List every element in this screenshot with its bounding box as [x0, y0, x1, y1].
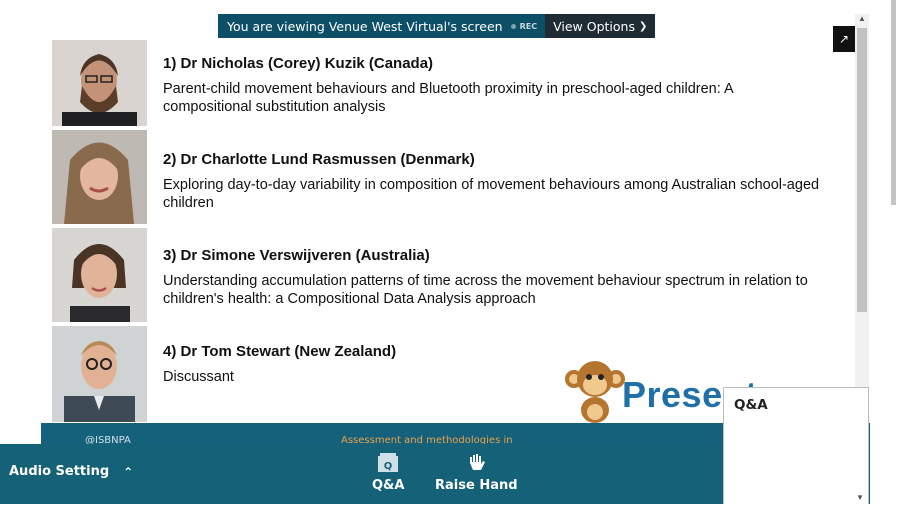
rec-dot-icon — [510, 23, 516, 29]
svg-text:Q: Q — [384, 461, 393, 472]
raise-hand-label: Raise Hand — [435, 478, 518, 493]
scroll-down-icon[interactable]: ▼ — [856, 493, 864, 502]
qa-icon: Q — [377, 452, 399, 474]
speaker-name: 1) Dr Nicholas (Corey) Kuzik (Canada) — [163, 55, 434, 72]
qa-panel[interactable]: Q&A ▼ — [723, 387, 869, 505]
qa-label: Q&A — [372, 478, 405, 493]
chevron-down-icon: ❯ — [638, 20, 648, 32]
talk-title: Exploring day-to-day variability in comp… — [163, 177, 820, 211]
audio-setting-button[interactable]: Audio Setting ⌃ — [9, 464, 133, 479]
speaker-photo — [52, 130, 147, 224]
viewing-message: You are viewing Venue West Virtual's scr… — [227, 18, 503, 34]
shared-screen: 1) Dr Nicholas (Corey) Kuzik (Canada) Pa… — [0, 0, 870, 445]
view-options-button[interactable]: View Options ❯ — [545, 14, 656, 38]
scrollbar-thumb[interactable] — [857, 28, 867, 312]
screen-scrollbar[interactable]: ▲ — [855, 14, 869, 444]
viewing-banner: You are viewing Venue West Virtual's scr… — [218, 14, 656, 38]
speaker-name: 2) Dr Charlotte Lund Rasmussen (Denmark) — [163, 151, 475, 168]
chevron-up-icon: ⌃ — [123, 464, 134, 479]
qa-button[interactable]: Q Q&A — [372, 452, 404, 493]
raise-hand-button[interactable]: Raise Hand — [435, 452, 518, 493]
view-options-label: View Options — [553, 18, 635, 34]
talk-title: Parent-child movement behaviours and Blu… — [163, 81, 733, 115]
hand-icon — [465, 452, 487, 474]
scroll-up-icon[interactable]: ▲ — [858, 14, 866, 23]
fullscreen-button[interactable]: ↗ — [833, 26, 855, 52]
bottom-strip — [0, 504, 899, 519]
monkey-logo-icon — [560, 355, 630, 425]
expand-icon: ↗ — [838, 32, 850, 46]
page-scrollbar[interactable] — [888, 0, 899, 519]
speaker-entry: 2) Dr Charlotte Lund Rasmussen (Denmark)… — [41, 128, 855, 224]
presentation-slide: 1) Dr Nicholas (Corey) Kuzik (Canada) Pa… — [41, 38, 855, 428]
talk-title: Understanding accumulation patterns of t… — [163, 273, 808, 307]
speaker-entry: 1) Dr Nicholas (Corey) Kuzik (Canada) Pa… — [41, 38, 855, 128]
rec-indicator: REC — [519, 21, 538, 31]
speaker-name: 3) Dr Simone Verswijveren (Australia) — [163, 247, 430, 264]
speaker-name: 4) Dr Tom Stewart (New Zealand) — [163, 343, 397, 360]
page-scrollbar-thumb[interactable] — [891, 0, 896, 205]
audio-setting-label: Audio Setting — [9, 464, 110, 479]
speaker-entry: 3) Dr Simone Verswijveren (Australia) Un… — [41, 226, 855, 322]
qa-panel-title: Q&A — [734, 397, 768, 413]
speaker-photo — [52, 228, 147, 322]
speaker-photo — [52, 326, 147, 422]
speaker-photo — [52, 40, 147, 126]
